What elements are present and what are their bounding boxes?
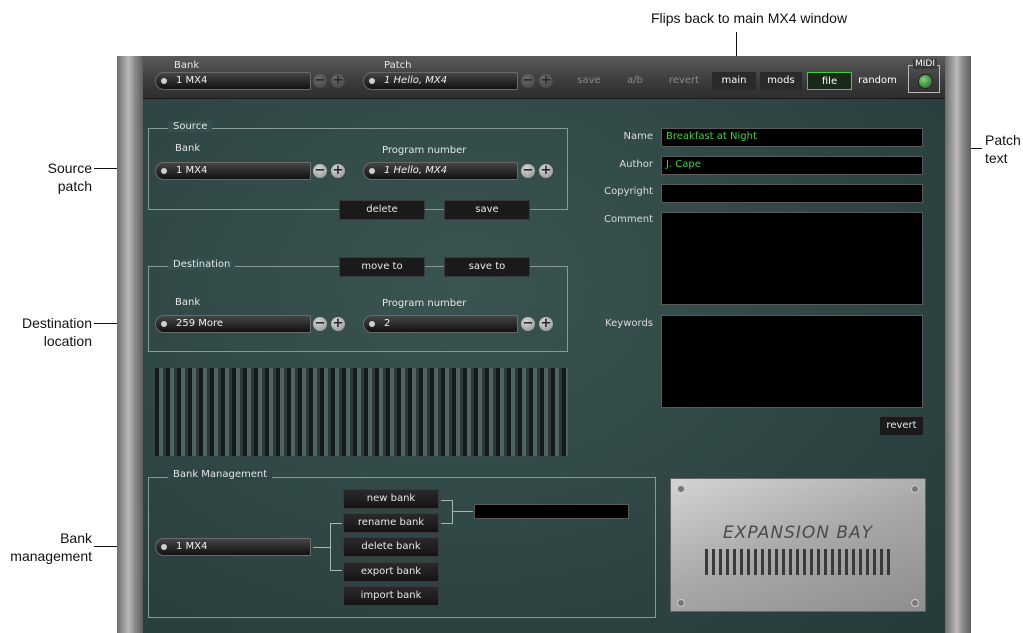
bullet-icon xyxy=(369,78,375,84)
source-bank-minus-button[interactable]: − xyxy=(313,164,327,178)
callout-flip-main: Flips back to main MX4 window xyxy=(651,10,848,26)
callout-patch-text: Patch text xyxy=(985,132,1021,166)
toolbar-patch-plus-button[interactable]: + xyxy=(539,74,553,88)
toolbar-file-button[interactable]: file xyxy=(807,72,852,90)
bullet-icon xyxy=(369,168,375,174)
destination-program-value: 2 xyxy=(384,318,391,329)
callout-bank-management: Bank management xyxy=(10,530,92,564)
export-bank-button[interactable]: export bank xyxy=(343,562,439,582)
bank-management-title: Bank Management xyxy=(168,469,273,480)
destination-group xyxy=(148,266,568,352)
source-bank-label: Bank xyxy=(175,143,201,154)
toolbar-bank-minus-button[interactable]: − xyxy=(313,74,327,88)
toolbar-bank-select[interactable]: 1 MX4 xyxy=(155,72,311,90)
import-bank-button[interactable]: import bank xyxy=(343,586,439,606)
connector-line xyxy=(441,523,453,524)
right-rail xyxy=(945,56,971,633)
copyright-field[interactable] xyxy=(661,184,923,203)
callout-source-patch: Source patch xyxy=(47,160,92,194)
source-title: Source xyxy=(168,121,213,132)
toolbar-patch-select[interactable]: 1 Hello, MX4 xyxy=(363,72,518,90)
expansion-bay-vents xyxy=(705,549,891,575)
connector-line xyxy=(452,511,473,512)
source-delete-button[interactable]: delete xyxy=(339,200,425,220)
name-field[interactable]: Breakfast at Night xyxy=(661,128,923,147)
rename-bank-button[interactable]: rename bank xyxy=(343,513,439,533)
bank-name-field[interactable] xyxy=(474,504,629,519)
delete-bank-button[interactable]: delete bank xyxy=(343,537,439,557)
destination-bank-select[interactable]: 259 More xyxy=(155,315,311,333)
new-bank-button[interactable]: new bank xyxy=(343,489,439,509)
destination-program-label: Program number xyxy=(382,298,467,309)
bullet-icon xyxy=(161,544,167,550)
screw-icon xyxy=(911,485,919,493)
author-field[interactable]: J. Cape xyxy=(661,156,923,175)
left-rail xyxy=(117,56,143,633)
toolbar-revert-button[interactable]: revert xyxy=(662,72,706,90)
connector-line xyxy=(330,523,331,571)
connector-line xyxy=(330,570,342,571)
bullet-icon xyxy=(161,168,167,174)
bank-management-value: 1 MX4 xyxy=(176,541,208,552)
source-save-button[interactable]: save xyxy=(444,200,530,220)
keywords-label: Keywords xyxy=(605,318,653,329)
keywords-field[interactable] xyxy=(661,315,923,408)
destination-program-select[interactable]: 2 xyxy=(363,315,518,333)
comment-field[interactable] xyxy=(661,212,923,305)
source-program-value: 1 Hello, MX4 xyxy=(384,165,448,176)
source-program-label: Program number xyxy=(382,145,467,156)
toolbar-bank-value: 1 MX4 xyxy=(176,75,208,86)
callout-destination-location: Destination location xyxy=(21,315,92,349)
bank-management-select[interactable]: 1 MX4 xyxy=(155,538,311,556)
expansion-bay-title: EXPANSION BAY xyxy=(722,523,874,543)
source-bank-plus-button[interactable]: + xyxy=(331,164,345,178)
destination-save-to-button[interactable]: save to xyxy=(444,257,530,277)
expansion-bay-plate: EXPANSION BAY xyxy=(670,478,926,612)
destination-bank-plus-button[interactable]: + xyxy=(331,317,345,331)
connector-line xyxy=(313,547,330,548)
destination-move-to-button[interactable]: move to xyxy=(339,257,425,277)
destination-program-plus-button[interactable]: + xyxy=(539,317,553,331)
speaker-grille xyxy=(155,368,568,456)
destination-bank-minus-button[interactable]: − xyxy=(313,317,327,331)
toolbar-random-button[interactable]: random xyxy=(855,72,900,90)
toolbar-patch-label: Patch xyxy=(384,60,412,71)
destination-program-minus-button[interactable]: − xyxy=(521,317,535,331)
midi-indicator: MIDI xyxy=(908,59,940,93)
toolbar-ab-button[interactable]: a/b xyxy=(617,72,653,90)
source-program-select[interactable]: 1 Hello, MX4 xyxy=(363,162,518,180)
screw-icon xyxy=(677,485,685,493)
destination-bank-value: 259 More xyxy=(176,318,224,329)
destination-bank-label: Bank xyxy=(175,297,201,308)
bullet-icon xyxy=(161,321,167,327)
source-bank-select[interactable]: 1 MX4 xyxy=(155,162,311,180)
screw-icon xyxy=(677,599,685,607)
toolbar-patch-value: 1 Hello, MX4 xyxy=(384,75,448,86)
source-program-plus-button[interactable]: + xyxy=(539,164,553,178)
author-label: Author xyxy=(619,159,653,170)
source-bank-value: 1 MX4 xyxy=(176,165,208,176)
midi-label: MIDI xyxy=(913,59,938,69)
toolbar-main-button[interactable]: main xyxy=(712,72,756,90)
toolbar-save-button[interactable]: save xyxy=(571,72,607,90)
copyright-label: Copyright xyxy=(604,186,653,197)
patch-revert-button[interactable]: revert xyxy=(879,416,924,436)
bullet-icon xyxy=(369,321,375,327)
connector-line xyxy=(330,523,342,524)
name-label: Name xyxy=(623,131,653,142)
midi-led-icon xyxy=(918,74,933,89)
source-program-minus-button[interactable]: − xyxy=(521,164,535,178)
toolbar-bank-plus-button[interactable]: + xyxy=(331,74,345,88)
screw-icon xyxy=(911,599,919,607)
toolbar-patch-minus-button[interactable]: − xyxy=(521,74,535,88)
destination-title: Destination xyxy=(168,259,236,270)
toolbar-bank-label: Bank xyxy=(174,60,200,71)
bullet-icon xyxy=(161,78,167,84)
toolbar-mods-button[interactable]: mods xyxy=(760,72,802,90)
comment-label: Comment xyxy=(604,214,653,225)
